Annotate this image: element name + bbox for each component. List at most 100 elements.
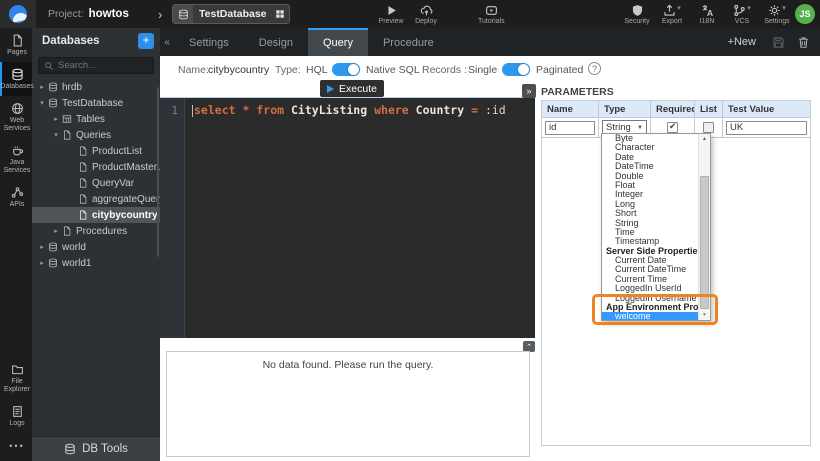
tree-item-world[interactable]: ▸world	[32, 239, 160, 255]
tree-item-label: ProductList	[92, 146, 142, 157]
required-checkbox[interactable]	[667, 122, 678, 133]
tree-item-aggregatequery[interactable]: aggregateQuery	[32, 191, 160, 207]
tree-item-citybycountry[interactable]: citybycountry	[32, 207, 160, 223]
table-icon	[62, 114, 72, 124]
sidebar-item-java-services[interactable]: Java Services	[0, 138, 32, 180]
chevron-collapsed-icon[interactable]: ▸	[36, 259, 48, 267]
dropdown-option-welcome[interactable]: welcome	[602, 312, 698, 320]
sql-token: select	[194, 103, 236, 117]
chevron-expanded-icon[interactable]: ▾	[50, 131, 62, 139]
rail-item-label: File Explorer	[2, 378, 32, 394]
icon-wrap: ▾	[663, 4, 681, 17]
expand-parameters-button[interactable]: »	[522, 84, 536, 98]
sidebar-item-databases[interactable]: Databases	[0, 62, 32, 96]
shield-icon	[631, 4, 644, 17]
topbar-action-preview[interactable]: Preview	[378, 4, 404, 25]
scroll-down-icon[interactable]: ▼	[699, 310, 710, 320]
execute-button[interactable]: Execute	[320, 80, 384, 97]
save-icon	[772, 36, 785, 49]
tree-item-tables[interactable]: ▸Tables	[32, 111, 160, 127]
sql-type-toggle[interactable]	[332, 63, 360, 76]
database-icon	[48, 98, 58, 108]
help-icon[interactable]: ?	[588, 62, 601, 75]
column-header-test-value: Test Value	[723, 101, 810, 118]
tree-scrollbar[interactable]	[157, 87, 159, 257]
dropdown-scrollbar[interactable]: ▲ ▼	[698, 134, 710, 320]
topbar-action-export[interactable]: ▾Export	[659, 4, 685, 25]
topbar-action-security[interactable]: Security	[624, 4, 650, 25]
chevron-collapsed-icon[interactable]: ▸	[50, 227, 62, 235]
tab-procedure[interactable]: Procedure	[368, 28, 449, 56]
grid-icon[interactable]	[271, 9, 289, 19]
tree-item-productmasterlist[interactable]: ProductMasterList	[32, 159, 160, 175]
list-checkbox[interactable]	[703, 122, 714, 133]
cloud-up-icon	[420, 4, 433, 17]
param-test-value-cell	[723, 118, 810, 138]
tree-item-label: Queries	[76, 130, 111, 141]
tree-item-label: Procedures	[76, 226, 127, 237]
tree-item-queryvar[interactable]: QueryVar	[32, 175, 160, 191]
sidebar-item-logs[interactable]: Logs	[0, 399, 32, 433]
tree-item-productlist[interactable]: ProductList	[32, 143, 160, 159]
new-query-button[interactable]: +New	[718, 28, 766, 56]
more-options-button[interactable]: •••	[0, 433, 32, 461]
main-content: « SettingsDesignQueryProcedure +New Name…	[160, 28, 820, 461]
sidebar-item-file-explorer[interactable]: File Explorer	[0, 357, 32, 399]
tree-item-queries[interactable]: ▾ Queries	[32, 127, 160, 143]
database-selector-label: TestDatabase	[193, 8, 271, 20]
sidebar-item-pages[interactable]: Pages	[0, 28, 32, 62]
database-selector[interactable]: TestDatabase	[172, 4, 290, 24]
user-avatar[interactable]: JS	[795, 4, 815, 24]
column-header-name: Name	[542, 101, 599, 118]
tab-query[interactable]: Query	[308, 28, 368, 56]
tree-item-hrdb[interactable]: ▸hrdb	[32, 79, 160, 95]
chevron-collapsed-icon[interactable]: ▸	[36, 83, 48, 91]
sidebar-item-apis[interactable]: APIs	[0, 180, 32, 214]
column-header-required: Required	[651, 101, 695, 118]
globe-icon	[11, 102, 24, 115]
no-data-message: No data found. Please run the query.	[167, 359, 529, 371]
sidebar-item-web-services[interactable]: Web Services	[0, 96, 32, 138]
trash-icon[interactable]	[791, 28, 816, 56]
topbar-action-tutorials[interactable]: Tutorials	[478, 4, 505, 25]
topbar-action-vcs[interactable]: ▾VCS	[729, 4, 755, 25]
results-panel: No data found. Please run the query.	[166, 351, 530, 457]
tab-design[interactable]: Design	[244, 28, 308, 56]
db-tools-button[interactable]: DB Tools	[32, 436, 160, 461]
sql-code[interactable]: select * from CityListing where Country …	[185, 98, 535, 338]
column-header-list: List	[695, 101, 723, 118]
chevron-expanded-icon[interactable]: ▾	[36, 99, 48, 107]
tab-settings[interactable]: Settings	[174, 28, 244, 56]
rail-item-label: Web Services	[2, 117, 32, 133]
app-logo[interactable]	[0, 0, 36, 28]
search-input[interactable]	[58, 60, 148, 71]
scrollbar-thumb[interactable]	[700, 176, 709, 309]
collapse-panel-button[interactable]: «	[160, 28, 174, 56]
tree-item-world1[interactable]: ▸world1	[32, 255, 160, 271]
scroll-up-icon[interactable]: ▲	[699, 134, 710, 144]
topbar-action-deploy[interactable]: Deploy	[413, 4, 439, 25]
editor-gutter: 1	[160, 98, 185, 338]
tree-item-procedures[interactable]: ▸ Procedures	[32, 223, 160, 239]
i18n-icon: A	[701, 4, 714, 17]
tab-bar: « SettingsDesignQueryProcedure +New	[160, 28, 820, 56]
tree-item-label: TestDatabase	[62, 98, 123, 109]
tree-item-testdatabase[interactable]: ▾ TestDatabase	[32, 95, 160, 111]
param-name-input[interactable]	[545, 121, 595, 135]
sql-token: from	[256, 103, 284, 117]
database-icon	[48, 242, 58, 252]
chevron-collapsed-icon[interactable]: ▸	[50, 115, 62, 123]
add-database-button[interactable]: +	[138, 33, 154, 49]
topbar-action-i18n[interactable]: AI18N	[694, 4, 720, 25]
topbar-action-settings[interactable]: ▾Settings	[764, 4, 790, 25]
toggle-knob	[518, 64, 529, 75]
rail-spacer	[0, 214, 32, 357]
save-icon[interactable]	[766, 28, 791, 56]
param-test-value-input[interactable]	[726, 121, 807, 135]
trash-icon	[797, 36, 810, 49]
folder-icon	[11, 363, 24, 376]
chevron-collapsed-icon[interactable]: ▸	[36, 243, 48, 251]
records-toggle[interactable]	[502, 63, 530, 76]
project-info: Project: howtos	[48, 0, 129, 28]
search-icon	[44, 61, 54, 71]
